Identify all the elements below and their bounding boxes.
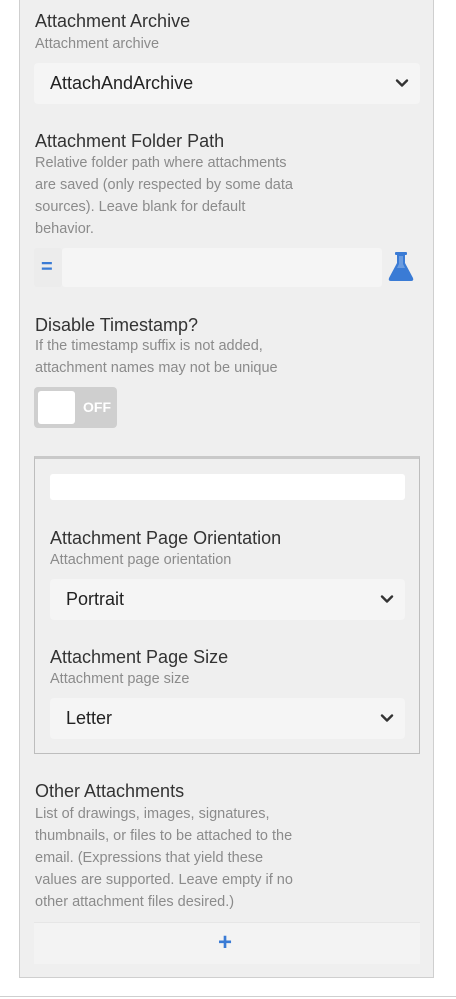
page-size-title: Attachment Page Size: [50, 647, 229, 667]
disable-timestamp-toggle[interactable]: OFF: [34, 387, 117, 428]
equals-icon: =: [41, 256, 53, 278]
description-line: are saved (only respected by some data: [35, 177, 293, 193]
attachment-folder-path-input[interactable]: [62, 248, 382, 287]
attachment-archive-selected: AttachAndArchive: [50, 73, 194, 93]
attachment-archive-description: Attachment archive: [35, 36, 160, 52]
divider: [0, 996, 456, 997]
description-line: attachment names may not be unique: [35, 360, 278, 376]
chevron-down-icon: [380, 595, 394, 603]
disable-timestamp-title: Disable Timestamp?: [35, 315, 199, 335]
description-line: behavior.: [35, 221, 94, 237]
page-orientation-select[interactable]: Portrait: [50, 579, 405, 620]
page-size-selected: Letter: [66, 708, 113, 728]
attachment-folder-path-description: Relative folder path where attachments a…: [35, 152, 293, 240]
chevron-down-icon: [395, 79, 409, 87]
page-size-select[interactable]: Letter: [50, 698, 405, 739]
description-line: If the timestamp suffix is not added,: [35, 338, 263, 354]
expression-toggle-button[interactable]: =: [34, 248, 62, 287]
page-orientation-title: Attachment Page Orientation: [50, 528, 282, 548]
plus-icon: +: [218, 929, 233, 956]
page-orientation-selected: Portrait: [66, 589, 125, 609]
description-line: values are supported. Leave empty if no: [35, 872, 293, 888]
toggle-label: OFF: [83, 399, 111, 415]
description-line: List of drawings, images, signatures,: [35, 806, 270, 822]
chevron-down-icon: [380, 714, 394, 722]
group-top-input[interactable]: [50, 474, 405, 500]
flask-icon: [388, 252, 414, 281]
description-line: other attachment files desired.): [35, 894, 235, 910]
description-line: thumbnails, or files to be attached to t…: [35, 828, 293, 844]
toggle-knob: [38, 391, 75, 424]
attachment-folder-path-title: Attachment Folder Path: [35, 131, 225, 151]
description-line: Relative folder path where attachments: [35, 155, 287, 171]
description-line: sources). Leave blank for default: [35, 199, 246, 215]
page-size-description: Attachment page size: [50, 671, 190, 687]
page-orientation-description: Attachment page orientation: [50, 552, 232, 568]
test-expression-button[interactable]: [386, 250, 416, 284]
attachment-archive-select[interactable]: AttachAndArchive: [34, 63, 420, 104]
disable-timestamp-description: If the timestamp suffix is not added, at…: [35, 335, 278, 379]
attachment-archive-title: Attachment Archive: [35, 11, 191, 31]
other-attachments-title: Other Attachments: [35, 781, 185, 801]
other-attachments-description: List of drawings, images, signatures, th…: [35, 803, 293, 913]
description-line: email. (Expressions that yield these: [35, 850, 264, 866]
add-attachment-button[interactable]: +: [34, 922, 420, 964]
